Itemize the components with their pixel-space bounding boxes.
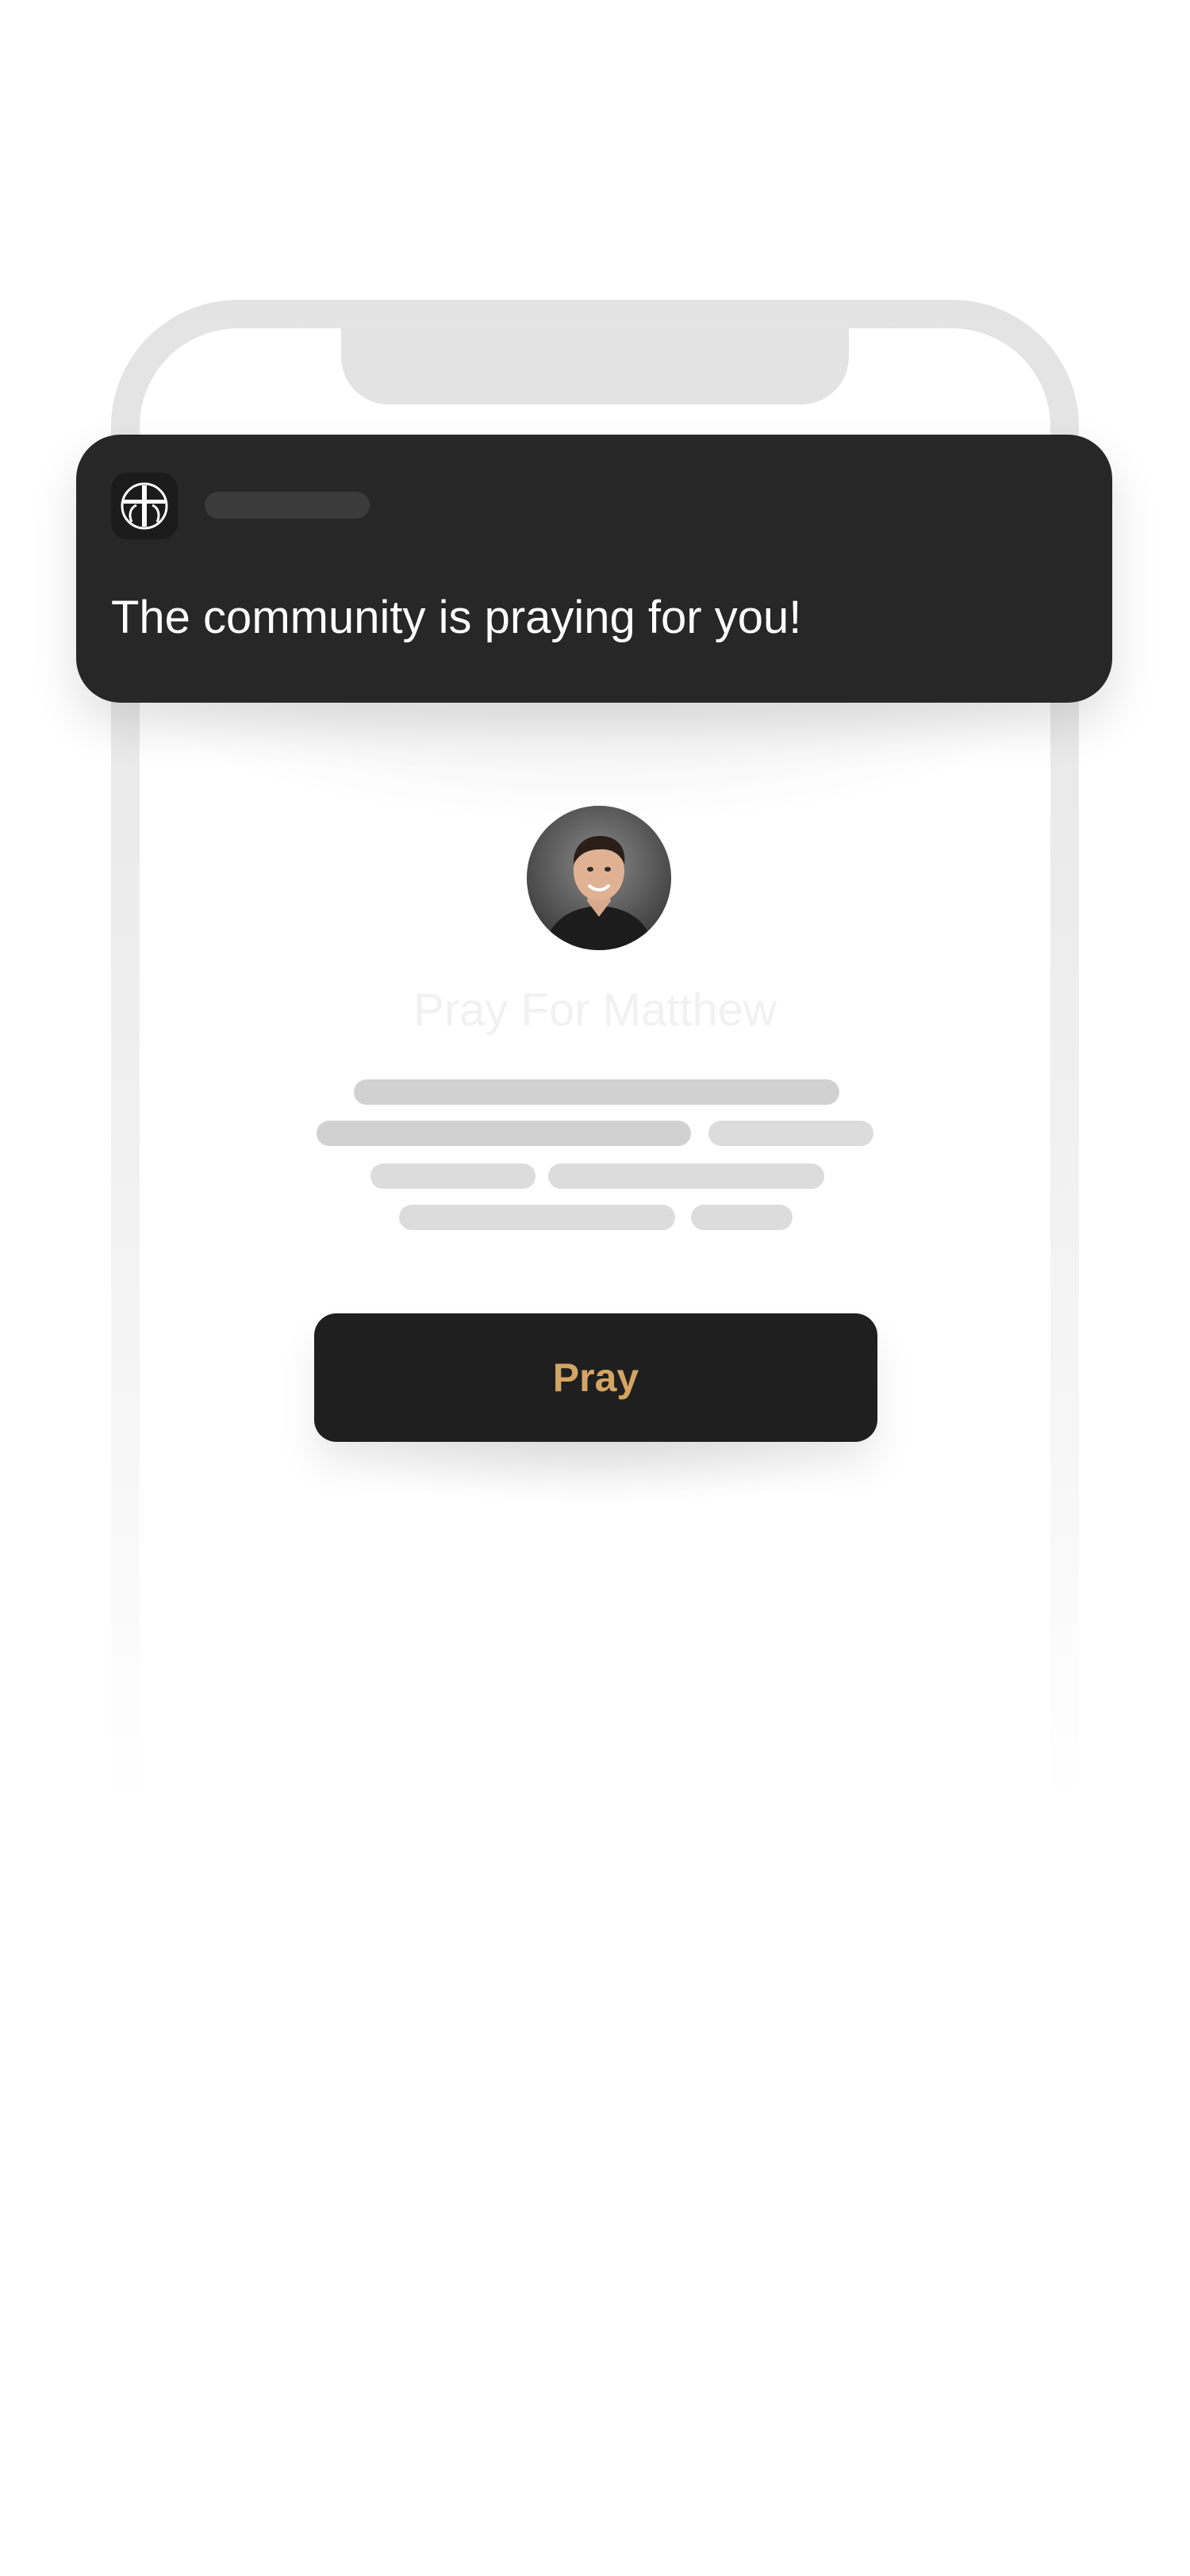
description-skeleton-line [708,1121,873,1146]
description-skeleton-line [548,1163,824,1189]
pray-button-label: Pray [552,1355,639,1400]
phone-notch [341,328,849,404]
app-name-placeholder [205,492,370,519]
notification-message: The community is praying for you! [111,592,802,643]
pray-button[interactable]: Pray [314,1313,877,1442]
avatar [527,806,671,950]
push-notification[interactable]: The community is praying for you! [76,435,1112,703]
page-title: Pray For Matthew [413,984,777,1036]
description-skeleton-line [691,1205,793,1230]
description-skeleton-line [399,1205,675,1230]
description-skeleton-line [317,1121,691,1146]
cross-in-circle-icon [111,473,178,539]
description-skeleton-line [370,1163,536,1189]
description-skeleton-line [354,1079,839,1105]
page: The community is praying for you! Pray F… [0,0,1190,2576]
